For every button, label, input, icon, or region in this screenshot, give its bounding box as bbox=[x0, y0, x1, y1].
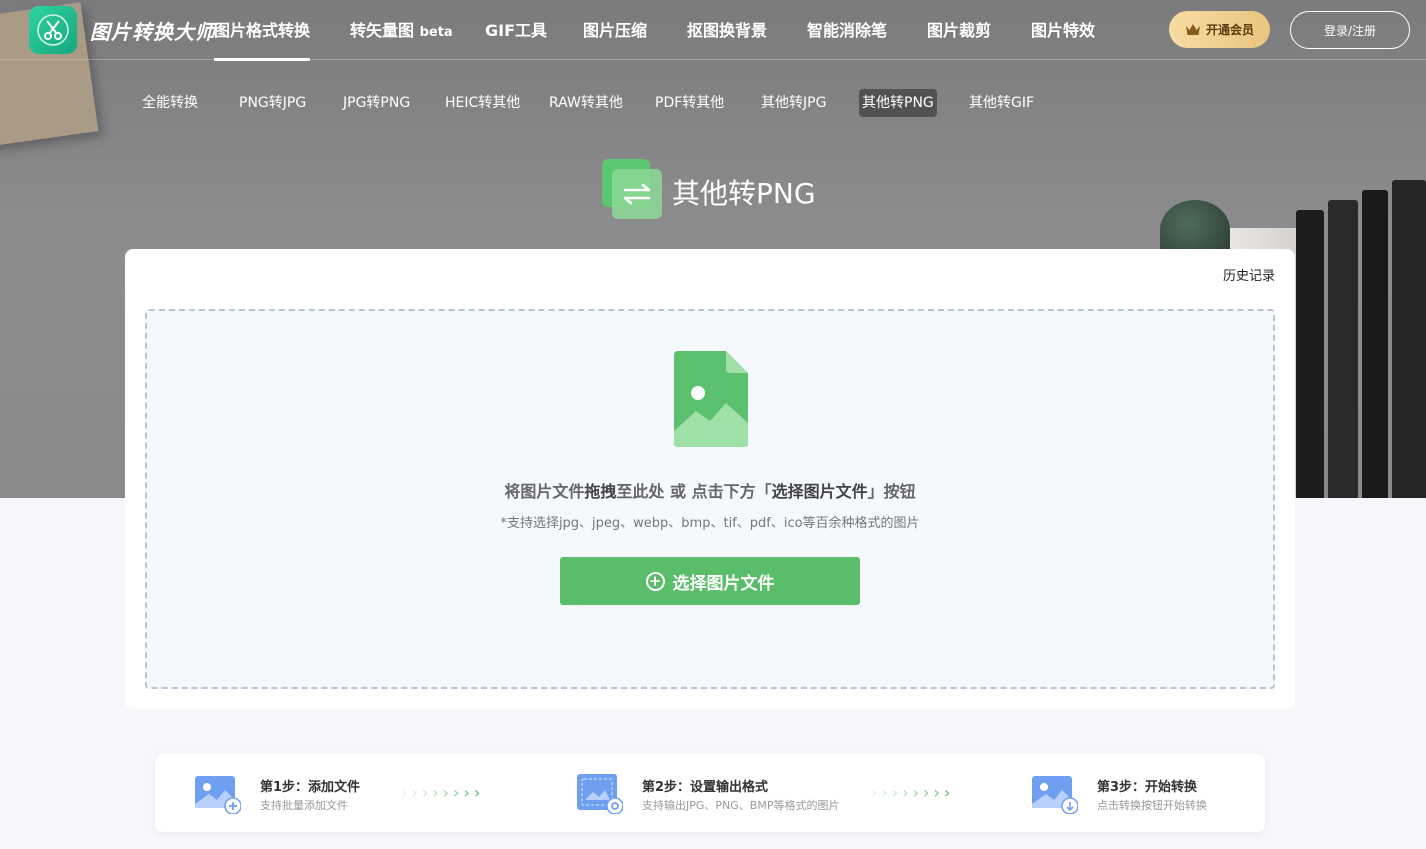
drop-hint-text: 至此处 或 点击下方「 bbox=[616, 482, 772, 501]
select-image-button-label: 选择图片文件 bbox=[672, 573, 775, 594]
app-logo[interactable] bbox=[29, 6, 77, 54]
nav-item-cutout[interactable]: 抠图换背景 bbox=[687, 17, 767, 41]
subnav-item-other-to-png[interactable]: 其他转PNG bbox=[859, 89, 937, 117]
app-name[interactable]: 图片转换大师 bbox=[90, 16, 216, 45]
nav-item-effects[interactable]: 图片特效 bbox=[1031, 17, 1095, 41]
nav-item-compress[interactable]: 图片压缩 bbox=[583, 17, 647, 41]
step-1-title: 第1步：添加文件 bbox=[260, 780, 361, 795]
subnav-item-other-to-gif[interactable]: 其他转GIF bbox=[967, 89, 1036, 117]
step-1-desc: 支持批量添加文件 bbox=[260, 799, 348, 812]
nav-item-format-convert[interactable]: 图片格式转换 bbox=[214, 17, 311, 61]
subnav-item-jpg-to-png[interactable]: JPG转PNG bbox=[341, 89, 412, 117]
decorative-books bbox=[1286, 170, 1426, 498]
nav-item-label: 转矢量图 bbox=[350, 21, 415, 40]
drop-hint: 将图片文件拖拽至此处 或 点击下方「选择图片文件」按钮 bbox=[147, 478, 1273, 502]
vip-button-label: 开通会员 bbox=[1205, 23, 1254, 37]
history-link[interactable]: 历史记录 bbox=[1223, 265, 1275, 284]
nav-item-eraser[interactable]: 智能消除笔 bbox=[807, 17, 887, 41]
subnav-item-all[interactable]: 全能转换 bbox=[140, 89, 200, 117]
steps-bar: 第1步：添加文件 支持批量添加文件 ›››››››› 第2步：设置输出格式 支持… bbox=[155, 754, 1265, 832]
subnav-item-heic[interactable]: HEIC转其他 bbox=[443, 89, 522, 117]
convert-icon bbox=[602, 159, 662, 219]
plus-circle-icon: + bbox=[645, 571, 665, 591]
step-arrows: ›››››››› bbox=[871, 783, 955, 802]
beta-badge: beta bbox=[419, 25, 453, 40]
nav-item-vectorize[interactable]: 转矢量图 beta bbox=[350, 17, 453, 41]
drop-hint-text: 将图片文件 bbox=[504, 482, 585, 501]
top-navigation: 图片转换大师 图片格式转换 转矢量图 beta GIF工具 图片压缩 抠图换背景… bbox=[0, 0, 1426, 61]
step-2-title: 第2步：设置输出格式 bbox=[642, 780, 769, 795]
nav-item-crop[interactable]: 图片裁剪 bbox=[927, 17, 991, 41]
subnav-item-pdf[interactable]: PDF转其他 bbox=[653, 89, 726, 117]
page-title: 其他转PNG bbox=[672, 177, 816, 210]
nav-item-gif-tools[interactable]: GIF工具 bbox=[485, 17, 547, 41]
step-arrows: ›››››››› bbox=[401, 783, 485, 802]
subnav-item-raw[interactable]: RAW转其他 bbox=[547, 89, 625, 117]
select-image-button[interactable]: + 选择图片文件 bbox=[560, 557, 860, 605]
drop-hint-drag: 拖拽 bbox=[584, 482, 617, 501]
file-dropzone[interactable]: 将图片文件拖拽至此处 或 点击下方「选择图片文件」按钮 *支持选择jpg、jpe… bbox=[145, 309, 1275, 689]
format-settings-icon bbox=[577, 774, 623, 814]
drop-hint-text: 」按钮 bbox=[867, 482, 916, 501]
step-3-desc: 点击转换按钮开始转换 bbox=[1097, 799, 1207, 812]
scissors-icon bbox=[37, 14, 69, 46]
add-image-icon bbox=[195, 776, 241, 814]
download-image-icon bbox=[1032, 776, 1078, 814]
supported-formats-note: *支持选择jpg、jpeg、webp、bmp、tif、pdf、ico等百余种格式… bbox=[500, 516, 920, 531]
drop-hint-select: 选择图片文件 bbox=[771, 482, 868, 501]
upload-card: 历史记录 将图片文件拖拽至此处 或 点击下方「选择图片文件」按钮 *支持选择jp… bbox=[125, 249, 1295, 709]
step-3-title: 第3步：开始转换 bbox=[1097, 780, 1198, 795]
subnav-item-png-to-jpg[interactable]: PNG转JPG bbox=[237, 89, 308, 117]
image-file-icon bbox=[674, 351, 748, 447]
crown-icon bbox=[1185, 24, 1200, 35]
step-2-desc: 支持输出JPG、PNG、BMP等格式的图片 bbox=[642, 799, 840, 812]
subnav-item-other-to-jpg[interactable]: 其他转JPG bbox=[759, 89, 828, 117]
vip-button[interactable]: 开通会员 bbox=[1169, 11, 1270, 48]
login-button[interactable]: 登录/注册 bbox=[1290, 11, 1410, 49]
